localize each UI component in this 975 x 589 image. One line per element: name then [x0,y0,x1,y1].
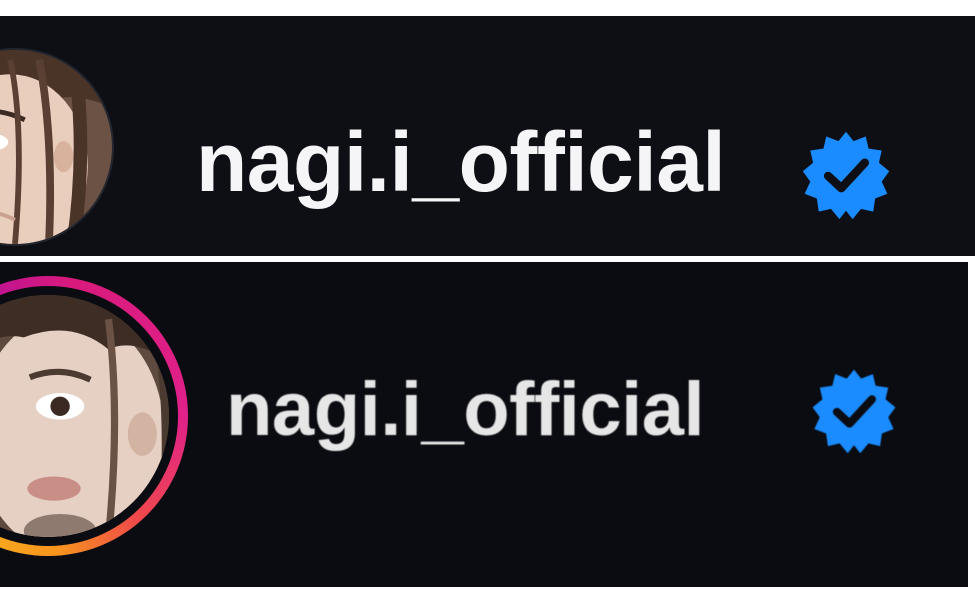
profile-header-top: nagi.i_official [0,16,975,256]
username-label[interactable]: nagi.i_official [226,364,705,456]
verified-badge-icon [809,366,899,456]
story-ring-gap [0,286,178,546]
story-ring[interactable] [0,276,188,556]
username-label[interactable]: nagi.i_official [196,112,726,212]
profile-avatar[interactable] [0,50,112,244]
verified-badge-icon [799,128,893,222]
profile-header-bottom: nagi.i_official [0,262,968,587]
profile-avatar[interactable] [0,295,169,537]
